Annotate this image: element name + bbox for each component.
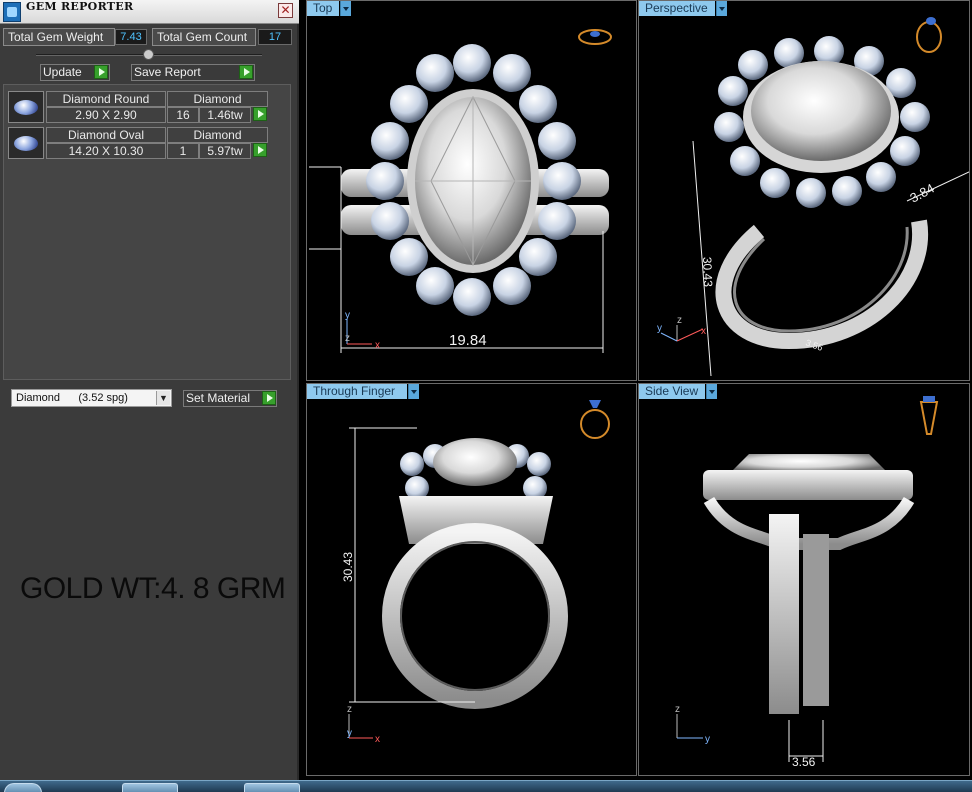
gem-size: 2.90 X 2.90 bbox=[46, 107, 166, 123]
viewport-through-finger[interactable]: 30.43 z y x Through Finger bbox=[306, 383, 637, 776]
perspective-view-render: 30.43 3.84 3.56 z y x bbox=[657, 17, 969, 377]
side-view-render: 3.56 z y bbox=[675, 396, 939, 769]
gem-material: Diamond bbox=[167, 91, 268, 107]
ring-view-icon bbox=[580, 409, 610, 439]
axis-y-label: y bbox=[657, 323, 662, 334]
chevron-down-icon[interactable]: ▼ bbox=[156, 391, 170, 405]
gem-list: Diamond Round Diamond 2.90 X 2.90 16 1.4… bbox=[3, 84, 291, 380]
axis-x-label: x bbox=[375, 340, 380, 351]
viewport-side[interactable]: 3.56 z y Side View bbox=[638, 383, 970, 776]
gem-count: 16 bbox=[167, 107, 199, 123]
axis-z-label: z bbox=[345, 333, 350, 344]
height-dimension-label: 30.43 bbox=[341, 552, 355, 582]
update-button-label: Update bbox=[43, 65, 82, 79]
chevron-down-icon[interactable] bbox=[706, 384, 717, 399]
ring-shank bbox=[382, 523, 568, 709]
width-dimension-label: 19.84 bbox=[449, 332, 487, 349]
save-report-button[interactable]: Save Report bbox=[131, 64, 255, 81]
gem-count: 1 bbox=[167, 143, 199, 159]
set-material-button-label: Set Material bbox=[186, 391, 251, 405]
total-gem-weight-value: 7.43 bbox=[115, 29, 147, 45]
halo-row bbox=[703, 470, 913, 500]
tab-through-finger[interactable]: Through Finger bbox=[307, 384, 407, 399]
material-select[interactable]: Diamond (3.52 spg) ▼ bbox=[11, 389, 172, 407]
close-button[interactable]: ✕ bbox=[278, 3, 293, 18]
size-slider-handle[interactable] bbox=[143, 49, 154, 60]
through-finger-render: 30.43 z y x bbox=[341, 400, 610, 745]
tab-perspective[interactable]: Perspective bbox=[639, 1, 715, 16]
title-bar: GEM REPORTER ✕ bbox=[0, 0, 299, 24]
viewport-perspective[interactable]: 30.43 3.84 3.56 z y x Perspective bbox=[638, 0, 970, 381]
axis-y-label: y bbox=[347, 728, 352, 739]
window-title: GEM REPORTER bbox=[26, 0, 134, 13]
gem-shape: Diamond Round bbox=[46, 91, 166, 107]
oval-diamond-icon bbox=[8, 127, 44, 159]
chevron-down-icon[interactable] bbox=[716, 1, 727, 16]
gem-row-go-icon[interactable] bbox=[253, 107, 267, 121]
gem-row[interactable]: Diamond Round Diamond 2.90 X 2.90 16 1.4… bbox=[8, 91, 270, 123]
save-report-go-icon[interactable] bbox=[239, 65, 253, 79]
total-gem-count-label: Total Gem Count bbox=[152, 28, 256, 46]
axis-z-label: z bbox=[675, 704, 680, 715]
axis-z-label: z bbox=[677, 315, 682, 326]
shank-left bbox=[769, 514, 799, 714]
start-button[interactable] bbox=[4, 783, 42, 792]
gem-weight: 5.97tw bbox=[199, 143, 251, 159]
update-go-icon[interactable] bbox=[94, 65, 108, 79]
axis-y-label: y bbox=[345, 310, 350, 321]
height-dimension-label: 30.43 bbox=[700, 257, 715, 288]
taskbar-item[interactable] bbox=[122, 783, 178, 792]
gold-weight-note: GOLD WT:4. 8 GRM bbox=[20, 572, 286, 605]
oval-center-stone bbox=[731, 454, 887, 472]
axis-z-label: z bbox=[347, 704, 352, 715]
tab-side-view[interactable]: Side View bbox=[639, 384, 705, 399]
gem-reporter-panel: GEM REPORTER ✕ Total Gem Weight 7.43 Tot… bbox=[0, 0, 299, 780]
ring-view-icon bbox=[919, 401, 939, 435]
gem-material: Diamond bbox=[167, 127, 268, 143]
gem-row-go-icon[interactable] bbox=[253, 143, 267, 157]
width-dimension-label: 3.84 bbox=[907, 181, 936, 206]
band-dimension-label: 3.56 bbox=[792, 755, 816, 769]
ring-view-icon bbox=[916, 21, 942, 53]
set-material-go-icon[interactable] bbox=[262, 391, 276, 405]
total-gem-weight-label: Total Gem Weight bbox=[3, 28, 115, 46]
app-logo-icon bbox=[3, 2, 21, 22]
axis-y-label: y bbox=[705, 734, 710, 745]
oval-center-stone bbox=[751, 61, 891, 161]
material-select-value: Diamond (3.52 spg) bbox=[16, 392, 128, 404]
total-gem-count-value: 17 bbox=[258, 29, 292, 45]
gem-size: 14.20 X 10.30 bbox=[46, 143, 166, 159]
save-report-button-label: Save Report bbox=[134, 65, 201, 79]
oval-center-stone bbox=[433, 438, 517, 486]
chevron-down-icon[interactable] bbox=[340, 1, 351, 16]
taskbar-item[interactable] bbox=[244, 783, 300, 792]
gem-row[interactable]: Diamond Oval Diamond 14.20 X 10.30 1 5.9… bbox=[8, 127, 270, 159]
gem-weight: 1.46tw bbox=[199, 107, 251, 123]
chevron-down-icon[interactable] bbox=[408, 384, 419, 399]
top-view-render: 19.84 y z x bbox=[309, 29, 612, 353]
viewport-top[interactable]: 19.84 y z x Top bbox=[306, 0, 637, 381]
round-diamond-icon bbox=[8, 91, 44, 123]
taskbar bbox=[0, 780, 972, 792]
axis-x-label: x bbox=[375, 734, 380, 745]
axis-x-label: x bbox=[701, 326, 706, 337]
gem-shape: Diamond Oval bbox=[46, 127, 166, 143]
shank-right bbox=[803, 534, 829, 706]
tab-top[interactable]: Top bbox=[307, 1, 339, 16]
